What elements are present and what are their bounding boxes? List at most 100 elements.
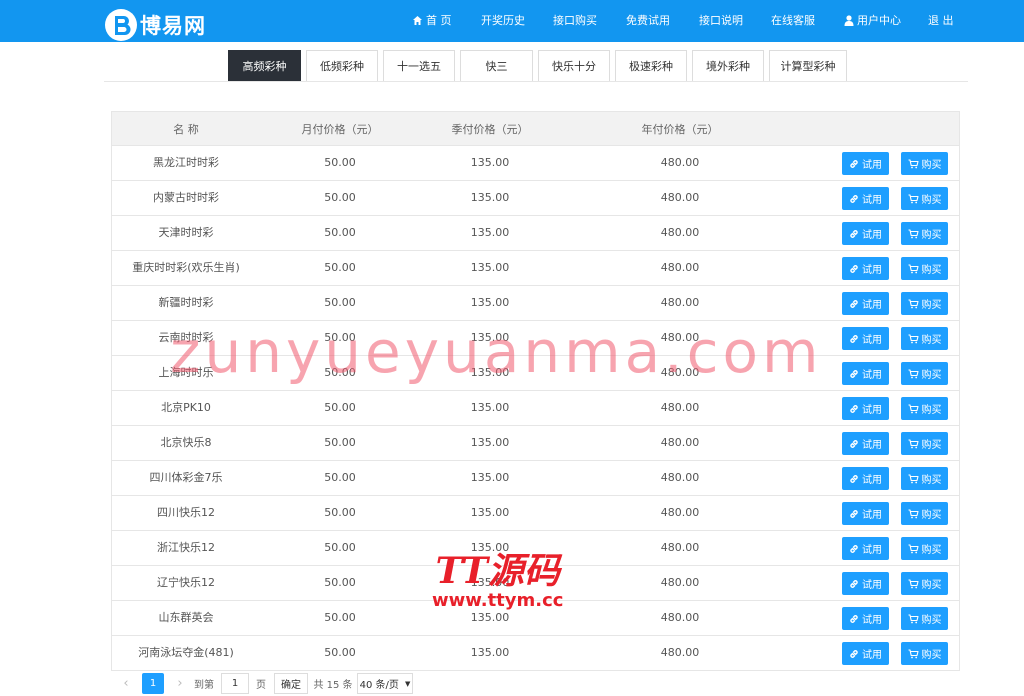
yearly-price: 480.00 xyxy=(660,261,700,274)
tab-overseas[interactable]: 境外彩种 xyxy=(692,50,764,82)
table-row: 天津时时彩 50.00 135.00 480.00 试用 购买 xyxy=(111,216,960,251)
quarterly-price: 135.00 xyxy=(470,191,510,204)
tab-label: 高频彩种 xyxy=(242,60,287,73)
link-icon xyxy=(850,369,858,378)
nav-free-trial[interactable]: 免费试用 xyxy=(626,12,670,28)
try-button[interactable]: 试用 xyxy=(842,502,889,525)
buy-button[interactable]: 购买 xyxy=(901,502,948,525)
next-page-icon[interactable]: › xyxy=(173,673,187,694)
page-size-select[interactable]: 40 条/页 ▼ xyxy=(357,673,413,694)
nav-logout[interactable]: 退 出 xyxy=(928,12,954,28)
buy-button[interactable]: 购买 xyxy=(901,467,948,490)
monthly-price: 50.00 xyxy=(324,296,356,309)
monthly-price: 50.00 xyxy=(324,156,356,169)
nav-api-purchase[interactable]: 接口购买 xyxy=(553,12,597,28)
lottery-name: 新疆时时彩 xyxy=(158,296,214,309)
table-row: 重庆时时彩(欢乐生肖) 50.00 135.00 480.00 试用 购买 xyxy=(111,251,960,286)
tab-low-freq[interactable]: 低频彩种 xyxy=(306,50,378,82)
nav-user-center-label: 用户中心 xyxy=(857,14,901,27)
nav-draw-history-label: 开奖历史 xyxy=(481,14,525,27)
tab-high-freq[interactable]: 高频彩种 xyxy=(228,50,301,82)
nav-online-support[interactable]: 在线客服 xyxy=(771,12,815,28)
tab-computational[interactable]: 计算型彩种 xyxy=(769,50,847,82)
buy-button[interactable]: 购买 xyxy=(901,432,948,455)
try-label: 试用 xyxy=(862,370,882,381)
tab-label: 十一选五 xyxy=(397,60,441,73)
try-button[interactable]: 试用 xyxy=(842,187,889,210)
lottery-name: 河南泳坛夺金(481) xyxy=(138,646,234,659)
nav-api-docs[interactable]: 接口说明 xyxy=(699,12,743,28)
try-button[interactable]: 试用 xyxy=(842,397,889,420)
buy-button[interactable]: 购买 xyxy=(901,607,948,630)
buy-button[interactable]: 购买 xyxy=(901,537,948,560)
site-logo[interactable]: 博易网 xyxy=(104,9,206,41)
quarterly-price: 135.00 xyxy=(470,296,510,309)
page-1-button[interactable]: 1 xyxy=(142,673,164,694)
buy-button[interactable]: 购买 xyxy=(901,257,948,280)
link-icon xyxy=(850,544,858,553)
buy-button[interactable]: 购买 xyxy=(901,327,948,350)
buy-label: 购买 xyxy=(921,580,942,591)
try-button[interactable]: 试用 xyxy=(842,327,889,350)
nav-free-trial-label: 免费试用 xyxy=(626,14,670,27)
nav-home[interactable]: 首 页 xyxy=(412,12,452,28)
try-button[interactable]: 试用 xyxy=(842,572,889,595)
table-row: 四川体彩金7乐 50.00 135.00 480.00 试用 购买 xyxy=(111,461,960,496)
buy-button[interactable]: 购买 xyxy=(901,362,948,385)
buy-button[interactable]: 购买 xyxy=(901,397,948,420)
yearly-price: 480.00 xyxy=(660,436,700,449)
confirm-page-button[interactable]: 确定 xyxy=(274,673,308,694)
try-button[interactable]: 试用 xyxy=(842,467,889,490)
nav-user-center[interactable]: 用户中心 xyxy=(844,12,901,28)
lottery-name: 黑龙江时时彩 xyxy=(153,156,219,169)
table-row: 上海时时乐 50.00 135.00 480.00 试用 购买 xyxy=(111,356,960,391)
try-button[interactable]: 试用 xyxy=(842,607,889,630)
nav-draw-history[interactable]: 开奖历史 xyxy=(481,12,525,28)
table-row: 北京PK10 50.00 135.00 480.00 试用 购买 xyxy=(111,391,960,426)
buy-label: 购买 xyxy=(921,370,942,381)
tab-speed[interactable]: 极速彩种 xyxy=(615,50,687,82)
buy-button[interactable]: 购买 xyxy=(901,642,948,665)
buy-button[interactable]: 购买 xyxy=(901,222,948,245)
monthly-price: 50.00 xyxy=(324,191,356,204)
tab-label: 境外彩种 xyxy=(706,60,750,73)
try-button[interactable]: 试用 xyxy=(842,152,889,175)
cart-icon xyxy=(908,543,919,553)
try-button[interactable]: 试用 xyxy=(842,642,889,665)
try-button[interactable]: 试用 xyxy=(842,257,889,280)
try-button[interactable]: 试用 xyxy=(842,292,889,315)
table-row: 云南时时彩 50.00 135.00 480.00 试用 购买 xyxy=(111,321,960,356)
monthly-price: 50.00 xyxy=(324,436,356,449)
yearly-price: 480.00 xyxy=(660,296,700,309)
try-label: 试用 xyxy=(862,300,882,311)
tab-happy-10[interactable]: 快乐十分 xyxy=(538,50,610,82)
cart-icon xyxy=(908,508,919,518)
link-icon xyxy=(850,194,858,203)
try-button[interactable]: 试用 xyxy=(842,362,889,385)
try-button[interactable]: 试用 xyxy=(842,537,889,560)
buy-button[interactable]: 购买 xyxy=(901,292,948,315)
buy-button[interactable]: 购买 xyxy=(901,187,948,210)
yearly-price: 480.00 xyxy=(660,471,700,484)
yearly-price: 480.00 xyxy=(660,646,700,659)
try-button[interactable]: 试用 xyxy=(842,432,889,455)
yearly-price: 480.00 xyxy=(660,156,700,169)
tab-11-choose-5[interactable]: 十一选五 xyxy=(383,50,455,82)
page-number-input[interactable]: 1 xyxy=(221,673,249,694)
buy-label: 购买 xyxy=(921,230,942,241)
buy-button[interactable]: 购买 xyxy=(901,152,948,175)
tab-label: 低频彩种 xyxy=(320,60,364,73)
table-row: 新疆时时彩 50.00 135.00 480.00 试用 购买 xyxy=(111,286,960,321)
page-unit-label: 页 xyxy=(256,680,266,691)
monthly-price: 50.00 xyxy=(324,366,356,379)
prev-page-icon[interactable]: ‹ xyxy=(119,673,133,694)
try-label: 试用 xyxy=(862,475,882,486)
buy-button[interactable]: 购买 xyxy=(901,572,948,595)
logo-b-icon xyxy=(105,9,137,41)
try-button[interactable]: 试用 xyxy=(842,222,889,245)
tab-kuai-3[interactable]: 快三 xyxy=(460,50,533,82)
header-monthly-price: 月付价格（元） xyxy=(301,123,379,136)
top-navbar: 博易网 首 页 开奖历史 接口购买 免费试用 接口说明 在线客服 用户中心 退 … xyxy=(0,0,1024,42)
cart-icon xyxy=(908,263,919,273)
lottery-name: 山东群英会 xyxy=(158,611,214,624)
